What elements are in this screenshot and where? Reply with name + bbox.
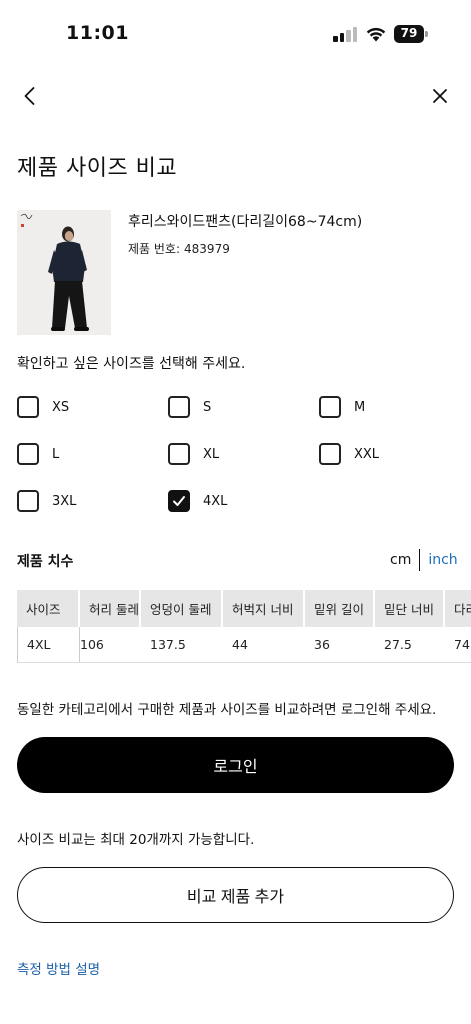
checkmark-icon [173, 496, 185, 506]
product-number-value: 483979 [184, 242, 230, 256]
size-option-3xl[interactable]: 3XL [17, 489, 76, 513]
wifi-icon [366, 27, 386, 42]
size-label: S [203, 399, 212, 415]
checkbox[interactable] [168, 443, 190, 465]
compare-limit-note: 사이즈 비교는 최대 20개까지 가능합니다. [17, 832, 255, 848]
product-number: 제품 번호: 483979 [128, 240, 234, 257]
table-row: 4XL 106 137.5 44 36 27.5 74 [17, 627, 471, 663]
product-image [17, 210, 111, 335]
measurements-title: 제품 치수 [17, 554, 74, 570]
size-label: L [52, 446, 60, 462]
table-cell: 137.5 [150, 637, 186, 652]
checkbox[interactable] [319, 396, 341, 418]
size-option-xl[interactable]: XL [168, 442, 219, 466]
size-option-l[interactable]: L [17, 442, 59, 466]
login-button[interactable]: 로그인 [17, 737, 454, 793]
size-label: 4XL [203, 493, 228, 509]
add-compare-product-button[interactable]: 비교 제품 추가 [17, 867, 454, 923]
size-table[interactable]: 사이즈 허리 둘레 엉덩이 둘레 허벅지 너비 밑위 길이 밑단 너비 다리 4… [17, 590, 471, 664]
battery-icon: 79 [394, 25, 428, 43]
checkbox[interactable] [319, 443, 341, 465]
unit-cm-option[interactable]: cm [390, 552, 411, 568]
product-name: 후리스와이드팬츠(다리길이68~74cm) [128, 214, 363, 230]
table-header-cell: 밑단 너비 [375, 590, 445, 627]
table-cell: 44 [232, 637, 248, 652]
status-bar: 11:01 79 [0, 0, 471, 60]
checkbox[interactable] [17, 396, 39, 418]
battery-level: 79 [400, 26, 418, 40]
size-option-xxl[interactable]: XXL [319, 442, 379, 466]
checkbox[interactable] [168, 396, 190, 418]
table-header: 사이즈 허리 둘레 엉덩이 둘레 허벅지 너비 밑위 길이 밑단 너비 다리 [17, 590, 471, 627]
table-header-cell: 엉덩이 둘레 [141, 590, 223, 627]
unit-divider [419, 549, 421, 571]
table-header-cell: 사이즈 [17, 590, 80, 627]
table-cell: 106 [80, 637, 104, 652]
page-title: 제품 사이즈 비교 [17, 156, 178, 181]
login-prompt: 동일한 카테고리에서 구매한 제품과 사이즈를 비교하려면 로그인해 주세요. [17, 702, 437, 718]
size-option-m[interactable]: M [319, 395, 365, 419]
table-header-cell: 다리 [445, 590, 471, 627]
table-header-cell: 허리 둘레 [80, 590, 141, 627]
table-cell: 27.5 [384, 637, 412, 652]
close-icon[interactable] [428, 84, 452, 108]
table-cell: 36 [314, 637, 330, 652]
back-icon[interactable] [18, 84, 42, 108]
checkbox[interactable] [17, 443, 39, 465]
status-time: 11:01 [66, 22, 129, 44]
product-number-label: 제품 번호: [128, 242, 181, 256]
measurement-guide-link[interactable]: 측정 방법 설명 [17, 958, 100, 978]
checkbox-checked[interactable] [168, 490, 190, 512]
size-option-4xl[interactable]: 4XL [168, 489, 227, 513]
size-option-xs[interactable]: XS [17, 395, 69, 419]
size-label: XXL [354, 446, 380, 462]
size-option-s[interactable]: S [168, 395, 211, 419]
table-header-cell: 밑위 길이 [305, 590, 375, 627]
unit-toggle: cm inch [390, 549, 458, 571]
table-cell: 74 [454, 637, 470, 652]
table-header-cell: 허벅지 너비 [223, 590, 305, 627]
size-selection-prompt: 확인하고 싶은 사이즈를 선택해 주세요. [17, 356, 246, 372]
size-label: M [354, 399, 366, 415]
table-cell: 4XL [17, 627, 80, 662]
size-label: XS [52, 399, 70, 415]
cellular-signal-icon [333, 27, 359, 42]
checkbox[interactable] [17, 490, 39, 512]
size-label: 3XL [52, 493, 77, 509]
size-label: XL [203, 446, 220, 462]
unit-inch-option[interactable]: inch [428, 552, 457, 568]
